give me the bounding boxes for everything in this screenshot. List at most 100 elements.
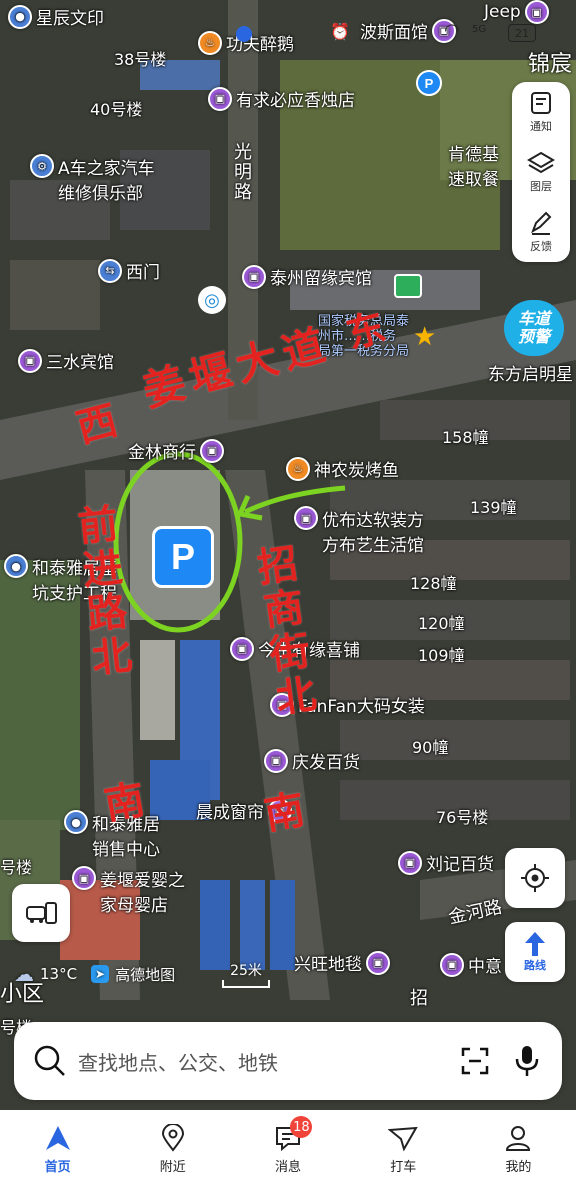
weather-temp: 13°C bbox=[40, 965, 78, 983]
bottom-tab-bar: 首页 附近 消息 18 打车 我的 bbox=[0, 1110, 576, 1188]
home-icon bbox=[45, 1125, 70, 1150]
car-mode-button[interactable] bbox=[12, 884, 70, 942]
poi-dongfang[interactable]: 东方启明星 bbox=[488, 360, 573, 385]
route-label: 路线 bbox=[524, 959, 546, 972]
building-label: 40号楼 bbox=[90, 100, 143, 119]
poi-sanshui[interactable]: ▣ 三水宾馆 bbox=[18, 348, 114, 373]
poi-ximen[interactable]: ⇆ 西门 bbox=[98, 258, 160, 283]
tab-profile[interactable]: 我的 bbox=[461, 1110, 576, 1188]
cloud-icon: ☁ bbox=[14, 962, 34, 986]
alarm-icon: ⏰ bbox=[330, 22, 350, 41]
poi-xingwang[interactable]: 兴旺地毯 ▣ bbox=[294, 950, 390, 975]
tab-home[interactable]: 首页 bbox=[0, 1110, 115, 1188]
route-button[interactable]: 路线 bbox=[505, 922, 565, 982]
poi-zhongyi[interactable]: ▣ 中意 bbox=[440, 952, 502, 977]
satellite-map[interactable]: P P ● 星辰文印 ♨ 功夫醉鹅 波斯面馆 ▣ Jeep ▣ ▣ 有求必应香烛店 ⚙ A车… bbox=[0, 0, 576, 1188]
shop-icon: ▣ bbox=[294, 506, 318, 530]
tab-label: 消息 bbox=[275, 1159, 302, 1175]
search-bar[interactable]: 查找地点、公交、地铁 bbox=[14, 1022, 562, 1100]
poi-jinlin[interactable]: 金林商行 ▣ bbox=[128, 438, 224, 463]
tab-label: 附近 bbox=[159, 1159, 186, 1175]
gate-icon: ⇆ bbox=[98, 258, 122, 283]
tab-label: 首页 bbox=[44, 1159, 71, 1175]
building-label: 109幢 bbox=[418, 646, 465, 665]
poi-acar[interactable]: ⚙ A车之家汽车 维修俱乐部 bbox=[30, 154, 155, 204]
microphone-icon[interactable] bbox=[514, 1044, 540, 1078]
layers-button[interactable]: 图层 bbox=[512, 142, 570, 202]
poi-kendeji[interactable]: 肯德基 速取餐 bbox=[448, 140, 499, 190]
network-indicator: 5G bbox=[472, 24, 487, 35]
china-mobile-icon[interactable]: ◎ bbox=[198, 286, 226, 314]
building-label: 139幢 bbox=[470, 498, 517, 517]
shop-icon: ▣ bbox=[208, 86, 232, 111]
shop-icon: ▣ bbox=[264, 748, 288, 773]
locate-icon bbox=[521, 864, 549, 892]
building-label: 128幢 bbox=[410, 574, 457, 593]
poi-jiangyan[interactable]: ▣ 姜堰爱婴之 家母婴店 bbox=[72, 866, 185, 916]
area-label-jinxian: 锦宸 bbox=[528, 52, 573, 77]
notice-button[interactable]: 通知 bbox=[512, 82, 570, 142]
star-icon: ★ bbox=[413, 321, 437, 352]
side-panel: 通知 图层 反馈 bbox=[512, 82, 570, 262]
battery-icon: 21 bbox=[508, 24, 536, 42]
battery-level: 21 bbox=[515, 26, 529, 40]
tab-messages[interactable]: 消息 18 bbox=[230, 1110, 345, 1188]
profile-icon bbox=[506, 1125, 531, 1151]
shop-icon: ▣ bbox=[230, 636, 254, 661]
layers-icon bbox=[527, 151, 555, 174]
tab-nearby[interactable]: 附近 bbox=[115, 1110, 230, 1188]
weather-widget[interactable]: ☁ 13°C ➤ 高德地图 bbox=[14, 962, 175, 986]
taxi-icon bbox=[388, 1126, 419, 1152]
lane-warning-badge[interactable]: 车道 预警 bbox=[504, 300, 564, 356]
nearby-icon bbox=[161, 1123, 184, 1152]
hotel-icon: ▣ bbox=[242, 264, 266, 289]
amap-logo-text: 高德地图 bbox=[115, 965, 176, 984]
search-input[interactable]: 查找地点、公交、地铁 bbox=[78, 1047, 460, 1076]
feedback-label: 反馈 bbox=[530, 240, 552, 253]
amap-logo-icon: ➤ bbox=[91, 965, 110, 983]
shop-icon: ▣ bbox=[366, 950, 390, 975]
road-label-zhao: 招 bbox=[410, 988, 428, 1009]
poi-youqiu[interactable]: ▣ 有求必应香烛店 bbox=[208, 86, 355, 111]
scale-bar bbox=[222, 980, 270, 988]
building-label: 号楼 bbox=[0, 858, 33, 877]
scan-icon[interactable] bbox=[460, 1046, 490, 1076]
building-label: 76号楼 bbox=[436, 808, 489, 827]
location-pin-icon: ● bbox=[4, 554, 28, 578]
notice-icon bbox=[531, 92, 551, 114]
poi-qingfa[interactable]: ▣ 庆发百货 bbox=[264, 748, 360, 773]
poi-taizhou[interactable]: ▣ 泰州留缘宾馆 bbox=[242, 264, 372, 289]
notice-label: 通知 bbox=[530, 120, 552, 133]
locate-button[interactable] bbox=[505, 848, 565, 908]
wifi-icon: ◠ bbox=[444, 20, 460, 41]
bus-stop-icon[interactable] bbox=[394, 274, 422, 298]
feedback-button[interactable]: 反馈 bbox=[512, 202, 570, 262]
shop-icon: ▣ bbox=[72, 866, 96, 890]
feedback-icon bbox=[531, 211, 552, 235]
shop-icon: ▣ bbox=[398, 850, 422, 875]
tab-taxi[interactable]: 打车 bbox=[346, 1110, 461, 1188]
parking-marker-large[interactable]: P bbox=[152, 526, 214, 588]
poi-liuji[interactable]: ▣ 刘记百货 bbox=[398, 850, 494, 875]
status-bar: ⏰ ◠ 5G 21 bbox=[0, 0, 576, 44]
route-arrow-icon bbox=[525, 932, 545, 956]
hotel-icon: ▣ bbox=[18, 348, 42, 373]
map-scale: 25米 bbox=[222, 960, 270, 988]
road-label-guangming: 光明路 bbox=[231, 142, 252, 202]
message-count-badge: 18 bbox=[290, 1116, 313, 1138]
car-repair-icon: ⚙ bbox=[30, 154, 54, 178]
tab-label: 我的 bbox=[505, 1159, 532, 1175]
shop-icon: ▣ bbox=[200, 438, 224, 463]
tab-label: 打车 bbox=[390, 1159, 417, 1175]
mic-indicator-icon bbox=[236, 26, 252, 42]
car-phone-icon bbox=[26, 902, 57, 924]
search-icon bbox=[34, 1045, 65, 1076]
parking-marker-small[interactable]: P bbox=[416, 70, 442, 96]
building-label: 90幢 bbox=[412, 738, 449, 757]
scale-label: 25米 bbox=[230, 963, 262, 979]
building-label: 120幢 bbox=[418, 614, 465, 633]
layers-label: 图层 bbox=[530, 180, 552, 193]
shop-icon: ▣ bbox=[440, 952, 464, 977]
poi-shennong[interactable]: ♨ 神农炭烤鱼 bbox=[286, 456, 399, 481]
poi-youbuda[interactable]: ▣ 优布达软装方 方布艺生活馆 bbox=[294, 506, 424, 556]
